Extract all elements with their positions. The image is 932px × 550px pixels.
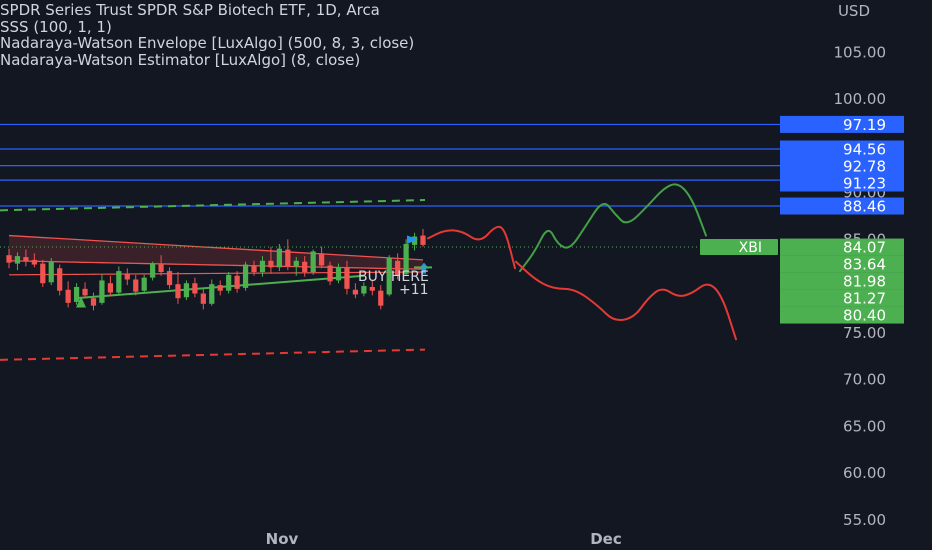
candle-body xyxy=(183,283,190,298)
price-badge-text: 81.98 xyxy=(843,273,886,291)
candle-body xyxy=(6,255,12,263)
candle-body xyxy=(276,248,282,268)
candle-body xyxy=(369,286,375,291)
price-badge-text: 91.23 xyxy=(843,174,886,192)
currency-label: USD xyxy=(837,2,870,20)
price-badge-81-98[interactable]: 81.98 xyxy=(780,272,904,291)
legend-sss-line[interactable]: SSS (100, 1, 1) xyxy=(0,19,790,36)
candle-body xyxy=(116,271,122,293)
price-chart[interactable]: 105.00100.0090.0085.0075.0070.0065.0060.… xyxy=(0,0,932,550)
price-badge-text: 84.07 xyxy=(843,239,886,257)
legend-envelope-line[interactable]: Nadaraya-Watson Envelope [LuxAlgo] (500,… xyxy=(0,35,790,52)
candle-body xyxy=(200,293,206,304)
candle-body xyxy=(234,275,240,289)
symbol-tag-text: XBI xyxy=(739,240,762,256)
price-tick-label: 55.00 xyxy=(843,511,886,529)
candle-body xyxy=(158,264,164,273)
price-badge-80-40[interactable]: 80.40 xyxy=(780,306,904,325)
time-label-dec: Dec xyxy=(590,530,622,548)
legend-symbol-line[interactable]: SPDR Series Trust SPDR S&P Biotech ETF, … xyxy=(0,2,790,19)
candle-body xyxy=(268,260,274,268)
price-badge-84-07[interactable]: 84.07 xyxy=(780,238,904,257)
candle-body xyxy=(344,267,350,289)
chart-legend: SPDR Series Trust SPDR S&P Biotech ETF, … xyxy=(0,2,790,68)
candle[interactable] xyxy=(242,261,249,291)
price-badge-91-23[interactable]: 91.23 xyxy=(780,174,904,192)
candle-body xyxy=(302,261,308,273)
time-label-nov: Nov xyxy=(266,530,299,548)
candle-body xyxy=(14,256,21,264)
candle[interactable] xyxy=(48,257,54,286)
candle-body xyxy=(99,280,105,303)
price-tick-label: 100.00 xyxy=(834,90,887,108)
price-badge-83-64[interactable]: 83.64 xyxy=(780,255,904,274)
candle-body xyxy=(82,288,88,296)
candle[interactable] xyxy=(183,280,190,301)
price-badge-text: 88.46 xyxy=(843,198,886,216)
price-tick-label: 60.00 xyxy=(843,464,886,482)
symbol-tag[interactable]: XBI xyxy=(700,239,778,256)
signal-count-label: +11 xyxy=(399,282,429,298)
candle[interactable] xyxy=(226,272,232,294)
candle-body xyxy=(150,263,156,278)
candle-body xyxy=(124,273,130,280)
candle-body xyxy=(335,267,342,281)
candle-body xyxy=(420,235,426,245)
candle-body xyxy=(23,257,29,261)
price-badge-text: 92.78 xyxy=(843,157,886,175)
candle-body xyxy=(226,274,232,291)
price-badge-88-46[interactable]: 88.46 xyxy=(780,197,904,216)
price-tick-label: 105.00 xyxy=(834,43,887,61)
candle-body xyxy=(31,259,37,265)
candle-body xyxy=(141,277,147,291)
candle-body xyxy=(166,271,173,286)
candle-body xyxy=(65,289,71,303)
candle-body xyxy=(327,265,333,282)
price-badge-94-56[interactable]: 94.56 xyxy=(780,140,904,158)
price-tick-label: 75.00 xyxy=(843,324,886,342)
candle[interactable] xyxy=(141,274,147,294)
candle-body xyxy=(361,286,367,294)
candle-body xyxy=(352,289,359,295)
candle-body xyxy=(73,286,80,302)
price-badge-92-78[interactable]: 92.78 xyxy=(780,157,904,175)
candle-body xyxy=(318,253,325,266)
price-badge-text: 97.19 xyxy=(843,116,886,134)
candle-body xyxy=(57,268,63,291)
candle-body xyxy=(90,298,97,306)
price-tick-label: 70.00 xyxy=(843,371,886,389)
candle-body xyxy=(107,283,114,293)
candle-body xyxy=(175,284,181,299)
candle-body xyxy=(133,279,139,292)
candle-body xyxy=(259,260,266,273)
candle[interactable] xyxy=(310,249,316,275)
legend-estimator-line[interactable]: Nadaraya-Watson Estimator [LuxAlgo] (8, … xyxy=(0,52,790,69)
candle-body xyxy=(285,249,291,267)
candle-body xyxy=(192,283,198,294)
candle-body xyxy=(251,265,257,273)
price-badge-text: 94.56 xyxy=(843,140,886,158)
price-badge-81-27[interactable]: 81.27 xyxy=(780,289,904,308)
price-tick-label: 65.00 xyxy=(843,417,886,435)
candle-body xyxy=(48,261,54,283)
candle-body xyxy=(217,285,223,291)
candle-body xyxy=(378,290,384,306)
candle-body xyxy=(209,284,215,304)
candle[interactable] xyxy=(40,259,46,287)
candle-body xyxy=(242,264,249,288)
candle-body xyxy=(40,263,46,284)
price-badge-97-19[interactable]: 97.19 xyxy=(780,115,904,134)
price-badge-text: 81.27 xyxy=(843,290,886,308)
candle-body xyxy=(293,260,299,267)
candle-body xyxy=(310,251,316,273)
price-badge-text: 83.64 xyxy=(843,256,886,274)
price-badge-text: 80.40 xyxy=(843,307,886,325)
